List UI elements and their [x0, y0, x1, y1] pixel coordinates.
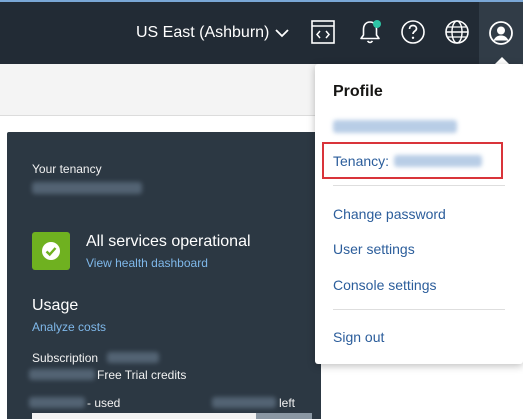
tenancy-summary-card: Your tenancy All services operational Vi…	[7, 132, 321, 419]
tenancy-name-redacted	[32, 182, 142, 194]
code-editor-icon[interactable]	[306, 15, 340, 49]
analyze-costs-link[interactable]: Analyze costs	[32, 320, 106, 334]
change-password-link[interactable]: Change password	[333, 206, 446, 222]
used-amount-redacted	[29, 397, 85, 408]
tenancy-name-redacted	[394, 154, 483, 167]
profile-dropdown-menu: Profile Tenancy: Change password User se…	[315, 64, 523, 364]
used-label: - used	[87, 396, 121, 410]
username-link-redacted[interactable]	[333, 120, 457, 133]
sign-out-link[interactable]: Sign out	[333, 329, 384, 345]
profile-menu-title: Profile	[333, 83, 383, 100]
profile-button[interactable]	[479, 2, 523, 64]
menu-divider	[333, 309, 505, 310]
tenancy-prefix: Tenancy:	[333, 152, 390, 169]
status-title: All services operational	[86, 233, 251, 250]
left-amount-redacted	[212, 397, 276, 408]
user-settings-link[interactable]: User settings	[333, 241, 415, 257]
bell-icon[interactable]	[353, 15, 387, 49]
console-settings-link[interactable]: Console settings	[333, 277, 437, 293]
region-selector[interactable]: US East (Ashburn)	[136, 2, 290, 64]
usage-progress-fill	[32, 413, 256, 419]
globe-icon[interactable]	[440, 15, 474, 49]
free-trial-credits-label: Free Trial credits	[97, 368, 187, 382]
usage-progress-bar	[32, 413, 312, 419]
help-icon[interactable]	[396, 15, 430, 49]
console-page: US East (Ashburn) Your tenancy All servi…	[0, 0, 523, 419]
notification-dot	[373, 20, 381, 28]
usage-title: Usage	[32, 297, 79, 314]
region-label: US East (Ashburn)	[136, 24, 270, 41]
status-badge	[32, 232, 70, 270]
tenancy-label: Your tenancy	[32, 162, 102, 176]
top-navigation-bar: US East (Ashburn)	[0, 2, 523, 64]
user-icon	[489, 21, 513, 45]
view-health-dashboard-link[interactable]: View health dashboard	[86, 256, 208, 270]
subscription-id-redacted	[107, 352, 159, 363]
subscription-label: Subscription	[32, 351, 99, 365]
chevron-down-icon	[275, 26, 290, 40]
credits-amount-redacted	[29, 369, 95, 380]
check-circle-icon	[42, 242, 60, 260]
left-label: left	[279, 396, 296, 410]
menu-divider	[333, 185, 505, 186]
tenancy-menu-item[interactable]: Tenancy:	[322, 142, 503, 179]
